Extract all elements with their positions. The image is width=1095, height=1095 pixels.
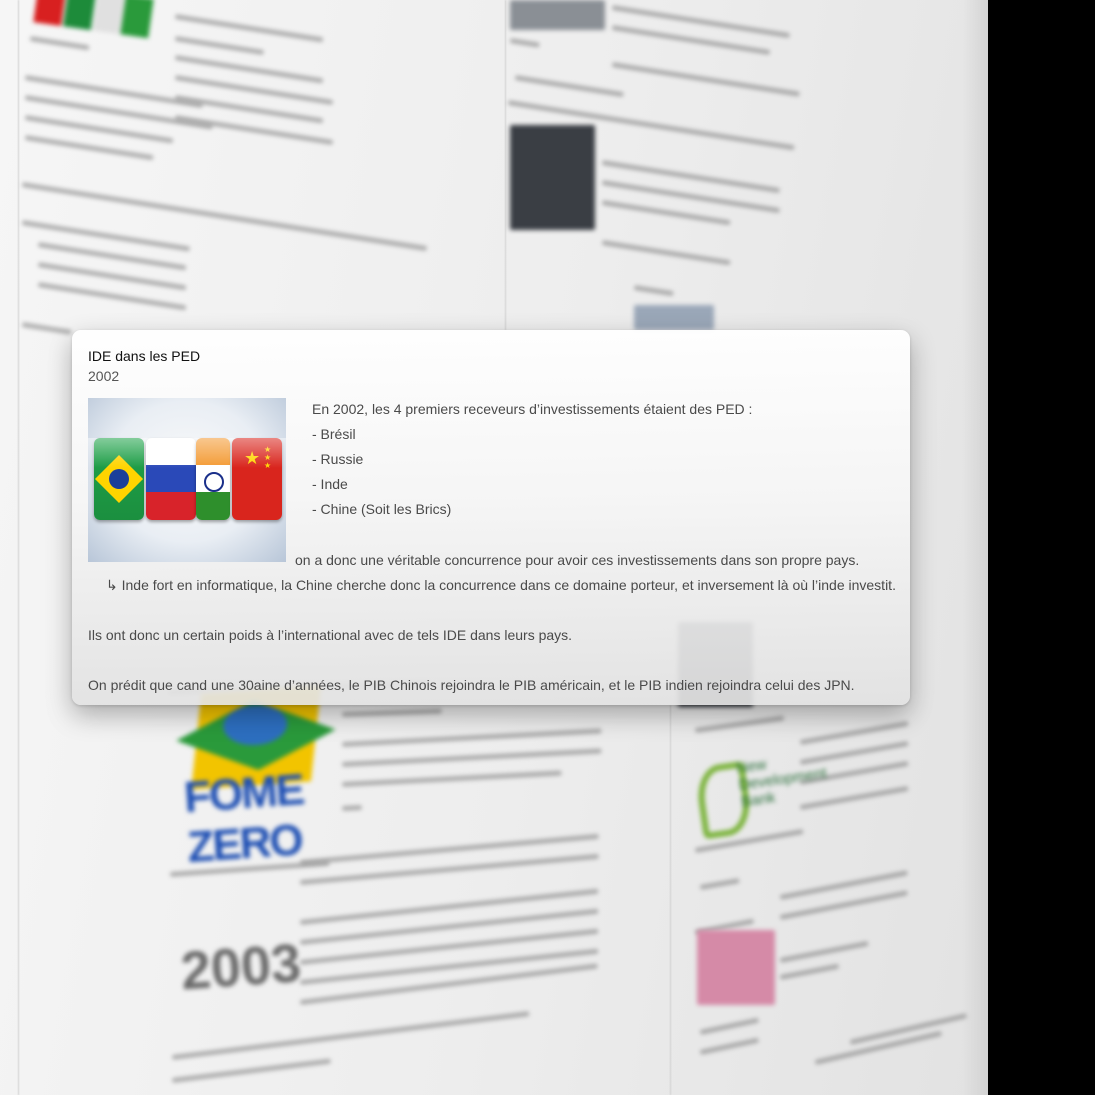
- country-item-india: - Inde: [312, 476, 348, 492]
- timeline-event-card[interactable]: IDE dans les PED 2002 ★ ★★★ En 2002, les…: [72, 330, 910, 705]
- timeline-axis-bottom: [670, 705, 671, 1095]
- country-item-brazil: - Brésil: [312, 426, 356, 442]
- year-2003-logo: 2003: [178, 933, 303, 1002]
- event-intro: En 2002, les 4 premiers receveurs d’inve…: [312, 401, 753, 417]
- blurred-photo-brazil-nuclear: [510, 125, 595, 230]
- ashoka-chakra-icon: [204, 472, 224, 492]
- blurred-map-image: [697, 930, 775, 1005]
- fome-zero-logo: FOME ZERO: [173, 685, 343, 872]
- country-item-china: - Chine (Soit les Brics): [312, 501, 452, 517]
- left-margin-line: [18, 0, 19, 1095]
- flags-image: [26, 0, 154, 60]
- blurred-photo-top: [510, 0, 605, 30]
- event-title: IDE dans les PED: [88, 348, 201, 364]
- country-item-russia: - Russie: [312, 451, 364, 467]
- timeline-axis-top: [505, 0, 506, 330]
- new-development-bank-logo: New Development Bank: [693, 745, 828, 840]
- event-year: 2002: [88, 368, 120, 384]
- event-paragraph-1: on a donc une véritable concurrence pour…: [295, 552, 860, 568]
- event-arrow-line: ↳ Inde fort en informatique, la Chine ch…: [106, 577, 896, 593]
- event-paragraph-2: Ils ont donc un certain poids à l’intern…: [88, 627, 573, 643]
- event-paragraph-3: On prédit que cand une 30aine d’années, …: [88, 677, 855, 693]
- bric-image: ★ ★★★: [88, 398, 286, 562]
